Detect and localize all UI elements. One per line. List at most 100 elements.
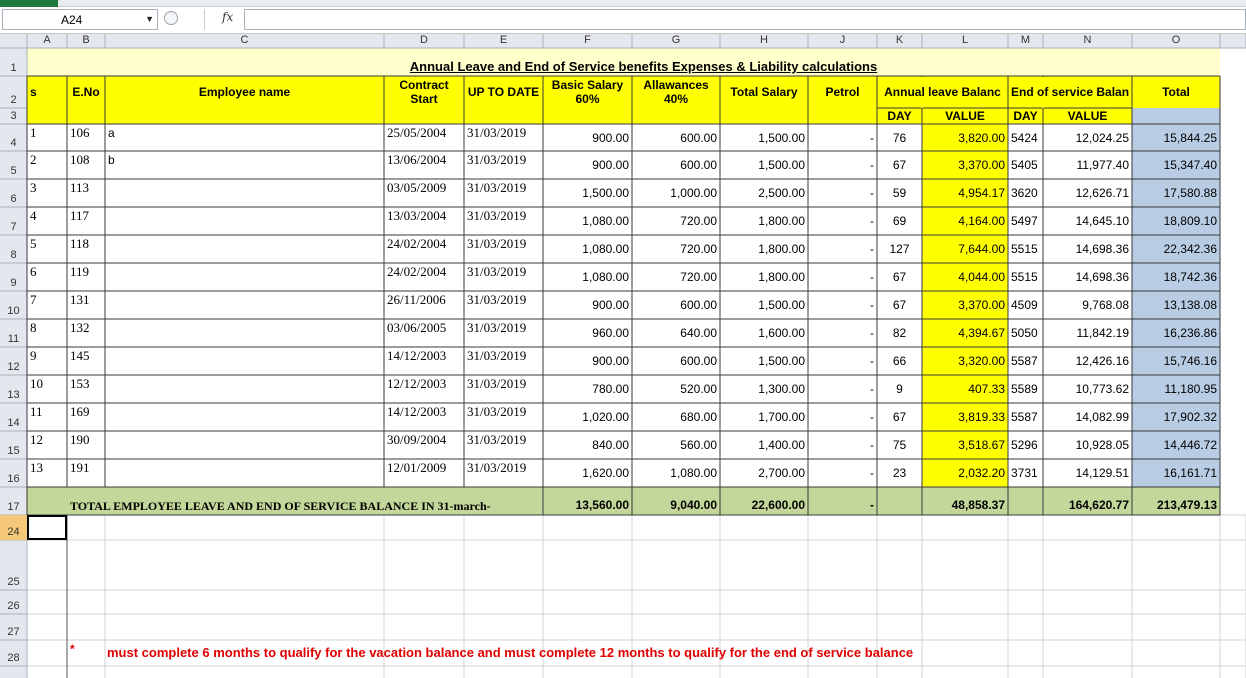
cell-employee-name: b [108,153,115,167]
cell-eos-day: 5405 [1011,158,1038,172]
column-header-K[interactable]: K [877,34,922,46]
cell-s: 13 [30,461,43,475]
row-header-1[interactable]: 1 [0,62,27,74]
cell-contract-start: 14/12/2003 [387,405,447,419]
cell-allowances: 680.00 [680,410,717,424]
cell-up-to-date: 31/03/2019 [467,293,527,307]
row-header-4[interactable]: 4 [0,137,27,149]
row-header-14[interactable]: 14 [0,417,27,429]
cell-total: 15,746.16 [1163,354,1217,368]
cell-eno: 106 [70,126,90,140]
column-header-G[interactable]: G [632,34,720,46]
cell-basic-salary: 900.00 [592,298,629,312]
cell-eos-day: 5424 [1011,131,1038,145]
cell-total: 16,236.86 [1163,326,1217,340]
column-header-N[interactable]: N [1043,34,1132,46]
row-header-28[interactable]: 28 [0,652,27,664]
cell-leave-day: 67 [892,410,907,424]
row-header-12[interactable]: 12 [0,361,27,373]
cell-total-salary: 1,500.00 [758,158,805,172]
cell-contract-start: 26/11/2006 [387,293,446,307]
total-allowances: 9,040.00 [670,498,717,512]
column-header-E[interactable]: E [464,34,543,46]
cell-eos-value: 12,626.71 [1075,186,1129,200]
row-header-25[interactable]: 25 [0,576,27,588]
cell-allowances: 720.00 [680,214,717,228]
cell-basic-salary: 1,620.00 [582,466,629,480]
ribbon-edge [0,0,1246,7]
cell-basic-salary: 900.00 [592,131,629,145]
cell-leave-value: 3,370.00 [958,158,1005,172]
cell-basic-salary: 1,080.00 [582,270,629,284]
chevron-down-icon[interactable]: ▼ [145,14,154,24]
column-header-C[interactable]: C [105,34,384,46]
row-header-5[interactable]: 5 [0,165,27,177]
row-header-11[interactable]: 11 [0,333,27,345]
cell-leave-value: 4,394.67 [958,326,1005,340]
row-header-3[interactable]: 3 [0,110,27,122]
cell-petrol: - [870,158,874,172]
row-header-7[interactable]: 7 [0,221,27,233]
cell-eno: 117 [70,209,90,223]
row-header-2[interactable]: 2 [0,94,27,106]
cell-leave-value: 3,820.00 [958,131,1005,145]
column-header-J[interactable]: J [808,34,877,46]
cell-s: 7 [30,293,37,307]
row-header-15[interactable]: 15 [0,445,27,457]
cell-allowances: 560.00 [680,438,717,452]
note-text: must complete 6 months to qualify for th… [107,646,914,660]
cell-total: 18,809.10 [1163,214,1217,228]
cell-allowances: 600.00 [680,158,717,172]
header-eno: E.No [72,85,100,99]
column-header-A[interactable]: A [27,34,67,46]
spreadsheet-grid[interactable]: A B C D E F G H J K L M N O 1 2 3 4 5 6 7 8 9 10 11 12 13 14 15 16 17 2… [0,34,1246,678]
column-header-F[interactable]: F [543,34,632,46]
cell-leave-day: 127 [889,242,910,256]
cell-basic-salary: 1,500.00 [582,186,629,200]
cell-eos-value: 14,129.51 [1075,466,1129,480]
cell-basic-salary: 840.00 [592,438,629,452]
column-header-O[interactable]: O [1132,34,1220,46]
cell-up-to-date: 31/03/2019 [467,209,527,223]
selected-cell-outline[interactable] [27,515,67,540]
cell-petrol: - [870,214,874,228]
cell-up-to-date: 31/03/2019 [467,181,527,195]
row-header-8[interactable]: 8 [0,249,27,261]
cell-petrol: - [870,410,874,424]
column-header-L[interactable]: L [922,34,1008,46]
cell-total: 15,347.40 [1163,158,1217,172]
column-header-B[interactable]: B [67,34,105,46]
cell-basic-salary: 1,080.00 [582,214,629,228]
formula-divider [204,9,205,30]
cell-up-to-date: 31/03/2019 [467,265,527,279]
cell-eos-day: 5515 [1011,242,1038,256]
row-header-17[interactable]: 17 [0,501,27,513]
cell-leave-day: 59 [892,186,907,200]
row-header-9[interactable]: 9 [0,277,27,289]
cell-eos-day: 3620 [1011,186,1038,200]
cell-total-salary: 2,500.00 [758,186,805,200]
cell-petrol: - [870,354,874,368]
formula-input[interactable] [244,9,1246,30]
column-header-M[interactable]: M [1008,34,1043,46]
row-header-6[interactable]: 6 [0,193,27,205]
cell-contract-start: 03/05/2009 [387,181,447,195]
row-header-16[interactable]: 16 [0,473,27,485]
name-box[interactable]: A24 ▼ [2,9,158,30]
insert-function-icon[interactable]: fx [222,10,233,24]
row-header-26[interactable]: 26 [0,600,27,612]
row-header-27[interactable]: 27 [0,626,27,638]
cell-eos-value: 10,928.05 [1075,438,1129,452]
cell-eno: 108 [70,153,90,167]
row-header-24[interactable]: 24 [0,526,27,538]
column-header-D[interactable]: D [384,34,464,46]
cell-employee-name: a [108,126,115,140]
cell-leave-value: 3,320.00 [958,354,1005,368]
row-header-10[interactable]: 10 [0,305,27,317]
cell-s: 9 [30,349,37,363]
cell-leave-value: 4,044.00 [958,270,1005,284]
column-header-H[interactable]: H [720,34,808,46]
cell-up-to-date: 31/03/2019 [467,321,527,335]
header-allowances-pct: 40% [663,92,689,106]
row-header-13[interactable]: 13 [0,389,27,401]
